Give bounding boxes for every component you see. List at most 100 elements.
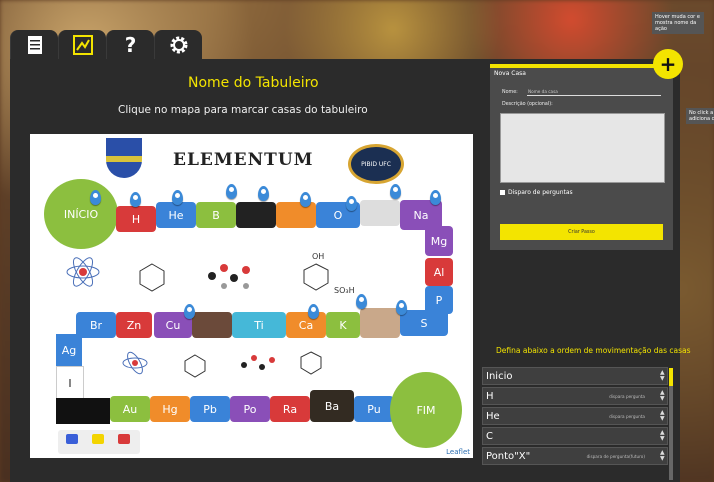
cell-photo-3[interactable] [192,312,232,338]
so3h-label: SO₃H [334,286,355,295]
order-item-note: dispara de pergunta(futuro) [586,453,645,459]
order-item-name: He [486,410,500,422]
cell-pb[interactable]: Pb [190,396,230,422]
player-blue[interactable] [66,434,78,444]
cell-photo-4[interactable] [360,308,400,338]
pibid-logo: PIBID UFC [348,144,404,184]
cell-pu[interactable]: Pu [354,396,394,422]
reorder-spinner-icon[interactable]: ▲ ▼ [660,390,666,402]
cell-b[interactable]: B [196,202,236,228]
cell-i[interactable]: I [56,366,84,400]
map-pin[interactable] [90,190,101,205]
order-title: Defina abaixo a ordem de movimentação da… [496,346,691,355]
order-item[interactable]: H dispara pergunta ▲ ▼ [482,387,668,405]
order-list: Inicio ▲ ▼ H dispara pergunta ▲ ▼ He dispa… [482,367,668,467]
order-item-name: Ponto"X" [486,450,531,462]
player-yellow[interactable] [92,434,104,444]
cell-photo-2[interactable] [360,200,400,226]
cell-zn[interactable]: Zn [116,312,152,338]
cell-br[interactable]: Br [76,312,116,338]
map-pin[interactable] [258,186,269,201]
cell-ca[interactable]: Ca [286,312,326,338]
map-pin[interactable] [130,192,141,207]
order-item-name: C [486,430,493,442]
order-item[interactable]: C ▲ ▼ [482,427,668,445]
molecule-model-1 [208,264,250,289]
tab-bar: ? [10,30,202,60]
map-pin[interactable] [430,190,441,205]
cell-orange[interactable] [276,202,316,228]
tab-document[interactable] [10,30,58,60]
description-field[interactable] [500,113,665,183]
board-map[interactable]: ELEMENTUM PIBID UFC INÍCIO H He B O Na M… [30,134,473,458]
atom-illustration-1 [66,257,100,287]
order-scrollbar-thumb[interactable] [669,368,673,386]
question-trigger-checkbox[interactable] [500,190,505,195]
description-label: Descrição (opcional): [502,102,553,107]
benzene-structure-2 [184,354,206,378]
cell-ag[interactable]: Ag [56,334,82,366]
add-case-button[interactable]: + [653,49,683,79]
reorder-spinner-icon[interactable]: ▲ ▼ [660,430,666,442]
map-pin[interactable] [308,304,319,319]
cell-ti[interactable]: Ti [232,312,286,338]
order-item[interactable]: Ponto"X" dispara de pergunta(futuro) ▲ ▼ [482,447,668,465]
map-pin[interactable] [300,192,311,207]
name-field-underline [527,95,661,96]
order-item-note: dispara pergunta [609,393,645,399]
map-pin[interactable] [356,294,367,309]
sulfonic-structure-2 [300,351,322,375]
order-item-note: dispara pergunta [609,413,645,419]
atom-illustration-2 [122,351,148,375]
cell-h[interactable]: H [116,206,156,232]
create-step-button[interactable]: Criar Passo [500,224,663,240]
sulfonic-structure-1 [303,263,329,291]
add-case-tooltip: Hover muda cor e mostra nome da ação [652,12,704,34]
reorder-spinner-icon[interactable]: ▲ ▼ [660,410,666,422]
end-space[interactable]: FIM [390,372,462,448]
molecule-model-2 [241,355,275,370]
reorder-spinner-icon[interactable]: ▲ ▼ [660,450,666,462]
map-click-tooltip: No click a adiciona c [686,108,714,124]
question-trigger-label: Disparo de perguntas [508,189,573,196]
game-title: ELEMENTUM [173,150,314,170]
order-item[interactable]: He dispara pergunta ▲ ▼ [482,407,668,425]
cell-po[interactable]: Po [230,396,270,422]
order-item[interactable]: Inicio ▲ ▼ [482,367,668,385]
help-icon: ? [124,33,137,57]
map-instruction: Clique no mapa para marcar casas do tabu… [118,104,368,116]
map-pin[interactable] [172,190,183,205]
map-pin[interactable] [226,184,237,199]
gear-icon [170,36,187,54]
cell-he[interactable]: He [156,202,196,228]
cell-hg[interactable]: Hg [150,396,190,422]
map-pin[interactable] [184,304,195,319]
cell-photo-5[interactable] [56,398,110,424]
reorder-spinner-icon[interactable]: ▲ ▼ [660,370,666,382]
board-title[interactable]: Nome do Tabuleiro [188,75,319,91]
cell-au[interactable]: Au [110,396,150,422]
map-pin[interactable] [396,300,407,315]
plus-icon: + [659,52,677,76]
tab-help[interactable]: ? [106,30,154,60]
map-pin[interactable] [390,184,401,199]
cell-al[interactable]: Al [425,258,453,286]
map-pin[interactable] [346,196,357,211]
benzene-structure-1 [139,263,165,292]
tab-map[interactable] [58,30,106,60]
cell-mg[interactable]: Mg [425,226,453,256]
cell-photo-1[interactable] [236,202,276,228]
cell-s[interactable]: S [400,310,448,336]
cell-ba[interactable]: Ba [310,390,354,422]
ufc-emblem [106,138,142,178]
start-space[interactable]: INÍCIO [44,179,118,249]
name-label: Nome: [502,90,518,95]
new-case-panel: Nova Casa Nome: Nome da casa Descrição (… [490,64,673,250]
tab-settings[interactable] [154,30,202,60]
cell-ra[interactable]: Ra [270,396,310,422]
name-field[interactable]: Nome da casa [528,89,558,94]
player-red[interactable] [118,434,130,444]
new-case-title: Nova Casa [494,70,526,77]
leaflet-attribution[interactable]: Leaflet [446,448,470,456]
cell-k[interactable]: K [326,312,360,338]
